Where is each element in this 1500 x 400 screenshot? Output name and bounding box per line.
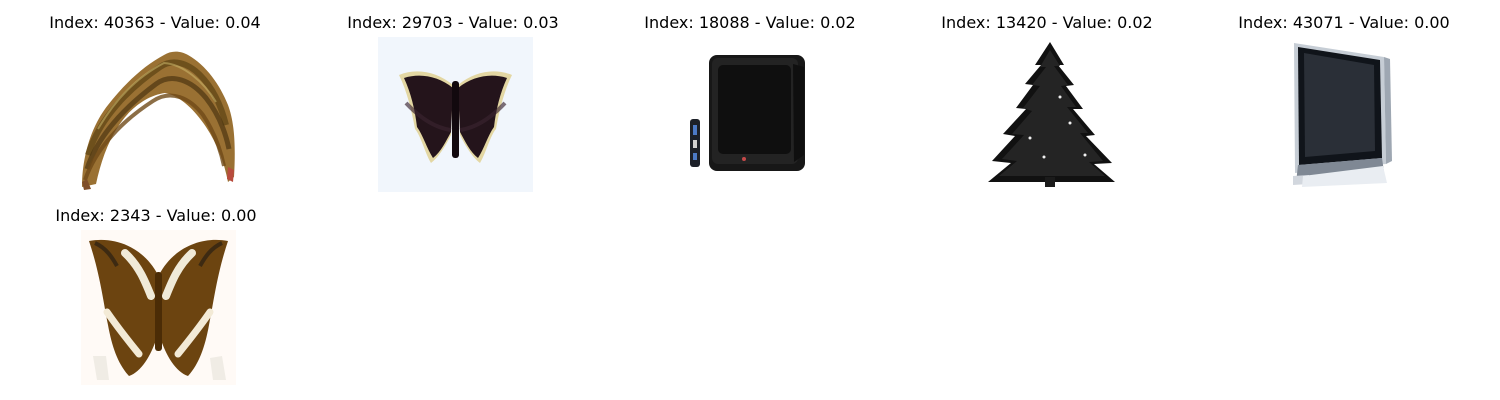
pine-tree-image [972, 37, 1127, 192]
image-title: Index: 13420 - Value: 0.02 [941, 13, 1153, 32]
dark-butterfly-image [378, 37, 533, 192]
image-title: Index: 43071 - Value: 0.00 [1238, 13, 1450, 32]
image-tile: Index: 18088 - Value: 0.02 [600, 0, 900, 193]
caterpillar-image [80, 37, 235, 192]
image-tile: Index: 43071 - Value: 0.00 [1194, 0, 1494, 193]
brown-butterfly-image [81, 230, 236, 385]
image-tile: Index: 13420 - Value: 0.02 [897, 0, 1197, 193]
image-title: Index: 29703 - Value: 0.03 [347, 13, 559, 32]
image-tile: Index: 2343 - Value: 0.00 [6, 193, 306, 386]
crt-television-image [675, 37, 830, 192]
flat-screen-television-image [1269, 37, 1424, 192]
image-title: Index: 2343 - Value: 0.00 [55, 206, 257, 225]
image-title: Index: 40363 - Value: 0.04 [49, 13, 261, 32]
image-title: Index: 18088 - Value: 0.02 [644, 13, 856, 32]
image-tile: Index: 40363 - Value: 0.04 [5, 0, 305, 193]
image-tile: Index: 29703 - Value: 0.03 [303, 0, 603, 193]
